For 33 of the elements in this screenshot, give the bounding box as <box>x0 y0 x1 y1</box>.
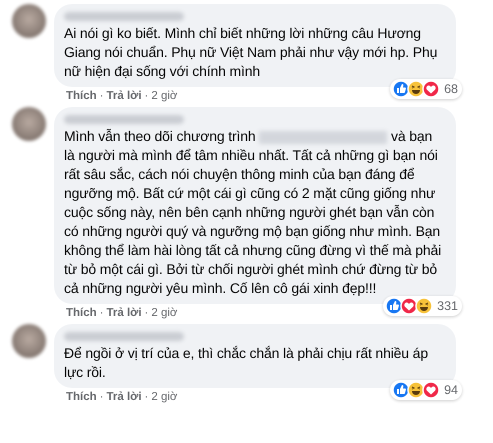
separator-dot: · <box>100 390 104 404</box>
avatar[interactable] <box>12 107 46 141</box>
reaction-badge[interactable]: 94 <box>390 380 462 400</box>
thumbs-up-icon <box>385 297 404 315</box>
laughing-face-icon <box>407 80 426 98</box>
separator-dot: · <box>144 390 148 404</box>
comment-text: Để ngồi ở vị trí của e, thì chắc chắn là phải chịu rất nhiều áp lực rồi. <box>64 344 429 382</box>
timestamp[interactable]: 2 giờ <box>151 306 178 320</box>
comment-text: Mình vẫn theo dõi chương trình và bạn là người mà mình để tâm nhiều nhất. Tất cả những gì bạn nói rất sâu sắc, cách nói chuyện thông minh của bạn đáng để ngưỡng mộ. Bất cứ một cái gì cũng có 2 mặt cũng giống như cuộc sống này, nên bên cạnh những người ghét bạn vẫn còn có những người quý và ngưỡng mộ bạn giống như mình. Bạn không thể làm hài lòng tất cả nhưng cũng đừng vì thế mà phải từ bỏ một cái gì. Bởi từ chối người ghét mình chứ đừng từ bỏ cả những người yêu mình. Cố lên cô gái xinh đẹp!!! <box>64 127 442 298</box>
like-link[interactable]: Thích <box>66 390 97 404</box>
like-link[interactable]: Thích <box>66 89 97 103</box>
timestamp[interactable]: 2 giờ <box>151 89 178 103</box>
reaction-badge[interactable]: 68 <box>390 79 462 99</box>
separator-dot: · <box>144 89 148 103</box>
separator-dot: · <box>100 89 104 103</box>
reaction-count: 94 <box>444 383 458 397</box>
avatar[interactable] <box>12 4 46 38</box>
separator-dot: · <box>144 306 148 320</box>
separator-dot: · <box>100 306 104 320</box>
timestamp[interactable]: 2 giờ <box>151 390 178 404</box>
comment-text: Ai nói gì ko biết. Mình chỉ biết những lời những câu Hương Giang nói chuẩn. Phụ nữ Việt Nam phải như vậy mới hp. Phụ nữ hiện đại sống với chính mình <box>64 24 438 81</box>
reaction-badge[interactable]: 331 <box>383 296 462 316</box>
reply-link[interactable]: Trả lời <box>106 306 142 320</box>
thumbs-up-icon <box>392 381 410 399</box>
reaction-count: 331 <box>437 299 458 313</box>
laughing-face-icon <box>407 381 426 399</box>
like-link[interactable]: Thích <box>66 306 97 320</box>
laughing-face-icon <box>415 297 434 315</box>
reply-link[interactable]: Trả lời <box>106 89 142 103</box>
thumbs-up-icon <box>392 80 410 98</box>
reply-link[interactable]: Trả lời <box>106 390 142 404</box>
reaction-count: 68 <box>444 82 458 96</box>
avatar[interactable] <box>12 324 46 358</box>
